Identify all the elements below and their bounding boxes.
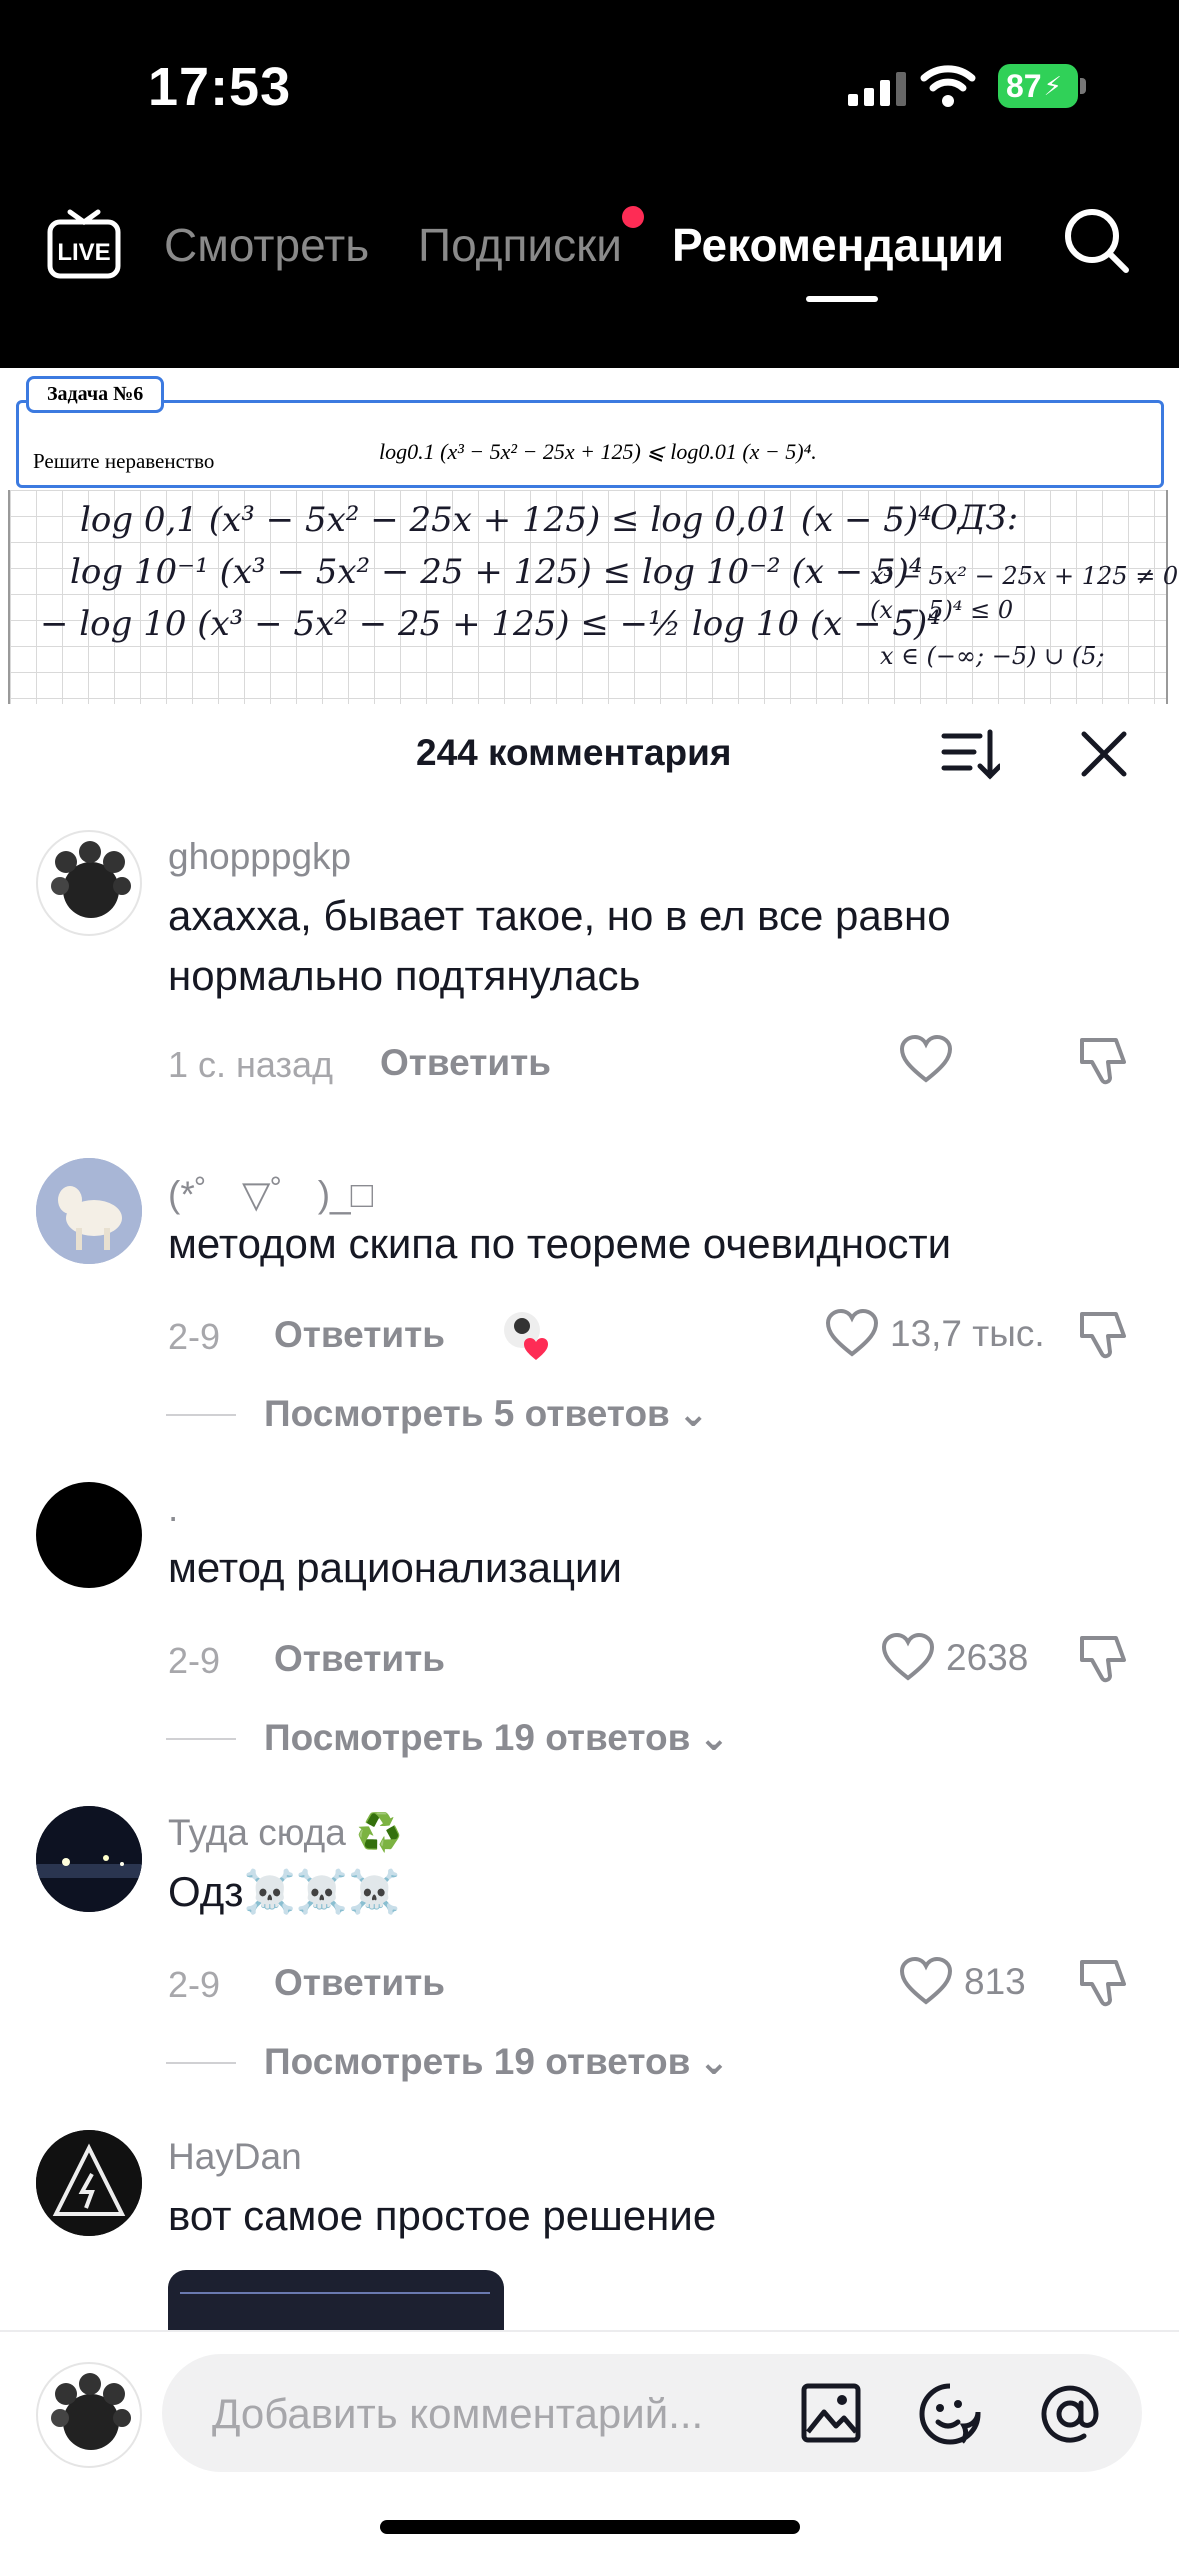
battery-level: 87 bbox=[1006, 67, 1042, 104]
reply-button[interactable]: Ответить bbox=[274, 1314, 445, 1356]
heart-icon bbox=[825, 1308, 879, 1357]
comment-text: ахахха, бывает такое, но в ел все равно … bbox=[168, 892, 951, 999]
divider bbox=[166, 2062, 236, 2064]
view-replies-label: Посмотреть 5 ответов bbox=[264, 1392, 670, 1434]
like-button[interactable]: 2638 bbox=[880, 1630, 1028, 1686]
home-indicator bbox=[380, 2520, 800, 2534]
battery-indicator: 87 ⚡ bbox=[998, 64, 1078, 108]
comment-username[interactable]: ghopppgkp bbox=[168, 836, 351, 878]
video-preview[interactable]: Решите неравенство log0.1 (x³ − 5x² − 25… bbox=[0, 368, 1179, 704]
heart-icon bbox=[899, 1956, 953, 2005]
tab-subscriptions[interactable]: Подписки bbox=[418, 218, 622, 272]
live-tv-icon[interactable]: LIVE bbox=[46, 206, 122, 282]
active-tab-indicator bbox=[806, 296, 878, 302]
handwriting-odz-1: x³ − 5x² − 25x + 125 ≠ 0 bbox=[870, 562, 1179, 590]
top-navigation: LIVE Смотреть Подписки Рекомендации bbox=[0, 160, 1179, 368]
battery-tip bbox=[1080, 78, 1086, 94]
view-replies-button[interactable]: Посмотреть 19 ответов ⌄ bbox=[166, 2040, 730, 2083]
avatar[interactable] bbox=[36, 1158, 142, 1264]
handwriting-odz-3: x ∈ (−∞; −5) ∪ (5; bbox=[880, 642, 1105, 670]
comment-count: 244 комментария bbox=[416, 732, 732, 773]
like-count: 813 bbox=[964, 1961, 1026, 2002]
svg-text:LIVE: LIVE bbox=[57, 239, 110, 266]
emoji-sticker-icon[interactable] bbox=[918, 2382, 982, 2446]
handwriting-grid: log 0,1 (x³ − 5x² − 25x + 125) ≤ log 0,0… bbox=[8, 490, 1178, 704]
handwriting-line-3: − log 10 (x³ − 5x² − 25 + 125) ≤ −½ log … bbox=[40, 604, 941, 644]
reply-button[interactable]: Ответить bbox=[274, 1962, 445, 2004]
reply-button[interactable]: Ответить bbox=[274, 1638, 445, 1680]
task-text: Решите неравенство bbox=[33, 449, 215, 473]
heart-icon bbox=[881, 1632, 935, 1681]
tab-recommendations[interactable]: Рекомендации bbox=[672, 218, 1004, 272]
creator-liked-badge bbox=[500, 1308, 554, 1362]
close-icon[interactable] bbox=[1076, 726, 1132, 782]
reply-button[interactable]: Ответить bbox=[380, 1042, 551, 1084]
comments-sheet: 244 комментария ghopppgkp ахахха, бывает… bbox=[0, 704, 1179, 2556]
like-button[interactable]: 813 bbox=[898, 1954, 1026, 2010]
divider bbox=[166, 1414, 236, 1416]
task-tag: Задача №6 bbox=[26, 376, 165, 413]
comment-text: методом скипа по теореме очевидности bbox=[168, 1220, 952, 1267]
comment-time: 2-9 bbox=[168, 1964, 221, 2005]
avatar[interactable] bbox=[36, 2362, 142, 2468]
app-root: 17:53 87 ⚡ LIVE Смотреть Подписки Рекоме… bbox=[0, 0, 1179, 2556]
view-replies-button[interactable]: Посмотреть 5 ответов ⌄ bbox=[166, 1392, 709, 1435]
dislike-icon[interactable] bbox=[1076, 1630, 1132, 1686]
task-formula: log0.1 (x³ − 5x² − 25x + 125) ⩽ log0.01 … bbox=[379, 439, 817, 464]
comment-input-placeholder: Добавить комментарий... bbox=[212, 2390, 704, 2437]
mention-icon[interactable] bbox=[1038, 2382, 1102, 2446]
search-icon[interactable] bbox=[1060, 204, 1132, 276]
dislike-icon[interactable] bbox=[1076, 1954, 1132, 2010]
view-replies-label: Посмотреть 19 ответов bbox=[264, 1716, 691, 1758]
like-count: 2638 bbox=[946, 1637, 1029, 1678]
chevron-down-icon: ⌄ bbox=[698, 2041, 730, 2082]
comment-username[interactable]: (*゜ ▽゜ )_□ bbox=[168, 1164, 373, 1218]
comment-time: 2-9 bbox=[168, 1316, 221, 1357]
handwriting-odz-2: (x − 5)⁴ ≤ 0 bbox=[870, 596, 1014, 624]
status-time: 17:53 bbox=[148, 57, 292, 117]
comment-input-bar: Добавить комментарий... bbox=[0, 2330, 1179, 2556]
status-bar: 17:53 87 ⚡ bbox=[0, 0, 1179, 160]
comment-text: вот самое простое решение bbox=[168, 2192, 717, 2239]
charging-bolt-icon: ⚡ bbox=[1043, 70, 1062, 101]
dislike-icon[interactable] bbox=[1076, 1032, 1132, 1088]
like-count: 13,7 тыс. bbox=[890, 1313, 1045, 1354]
image-icon[interactable] bbox=[800, 2382, 862, 2444]
comment-time: 2-9 bbox=[168, 1640, 221, 1681]
comment-text: метод рационализации bbox=[168, 1544, 622, 1591]
heart-icon[interactable] bbox=[898, 1032, 954, 1088]
chevron-down-icon: ⌄ bbox=[677, 1393, 709, 1434]
avatar[interactable] bbox=[36, 830, 142, 936]
avatar[interactable] bbox=[36, 1806, 142, 1912]
dislike-icon[interactable] bbox=[1076, 1306, 1132, 1362]
wifi-icon bbox=[920, 65, 976, 107]
view-replies-label: Посмотреть 19 ответов bbox=[264, 2040, 691, 2082]
task-statement-box: Решите неравенство log0.1 (x³ − 5x² − 25… bbox=[16, 400, 1164, 488]
comment-username[interactable]: Туда сюда ♻️ bbox=[168, 1812, 402, 1855]
comments-header: 244 комментария bbox=[0, 704, 1179, 816]
handwriting-line-2: log 10⁻¹ (x³ − 5x² − 25 + 125) ≤ log 10⁻… bbox=[70, 552, 923, 592]
divider bbox=[166, 1738, 236, 1740]
handwriting-line-1: log 0,1 (x³ − 5x² − 25x + 125) ≤ log 0,0… bbox=[80, 500, 932, 540]
comment-username[interactable]: HayDan bbox=[168, 2136, 302, 2178]
handwriting-odz: ОДЗ: bbox=[930, 498, 1019, 538]
comment-text: Одз☠️☠️☠️ bbox=[168, 1868, 401, 1915]
cellular-signal-icon bbox=[848, 70, 906, 106]
avatar[interactable] bbox=[36, 2130, 142, 2236]
comment-username[interactable]: . bbox=[168, 1488, 178, 1530]
avatar[interactable] bbox=[36, 1482, 142, 1588]
sort-icon[interactable] bbox=[940, 724, 1000, 784]
notification-dot bbox=[622, 206, 644, 228]
like-button[interactable]: 13,7 тыс. bbox=[824, 1306, 1045, 1362]
view-replies-button[interactable]: Посмотреть 19 ответов ⌄ bbox=[166, 1716, 730, 1759]
chevron-down-icon: ⌄ bbox=[698, 1717, 730, 1758]
comment-input[interactable]: Добавить комментарий... bbox=[162, 2354, 1142, 2472]
comment-time: 1 с. назад bbox=[168, 1044, 334, 1085]
tab-watch[interactable]: Смотреть bbox=[164, 218, 369, 272]
